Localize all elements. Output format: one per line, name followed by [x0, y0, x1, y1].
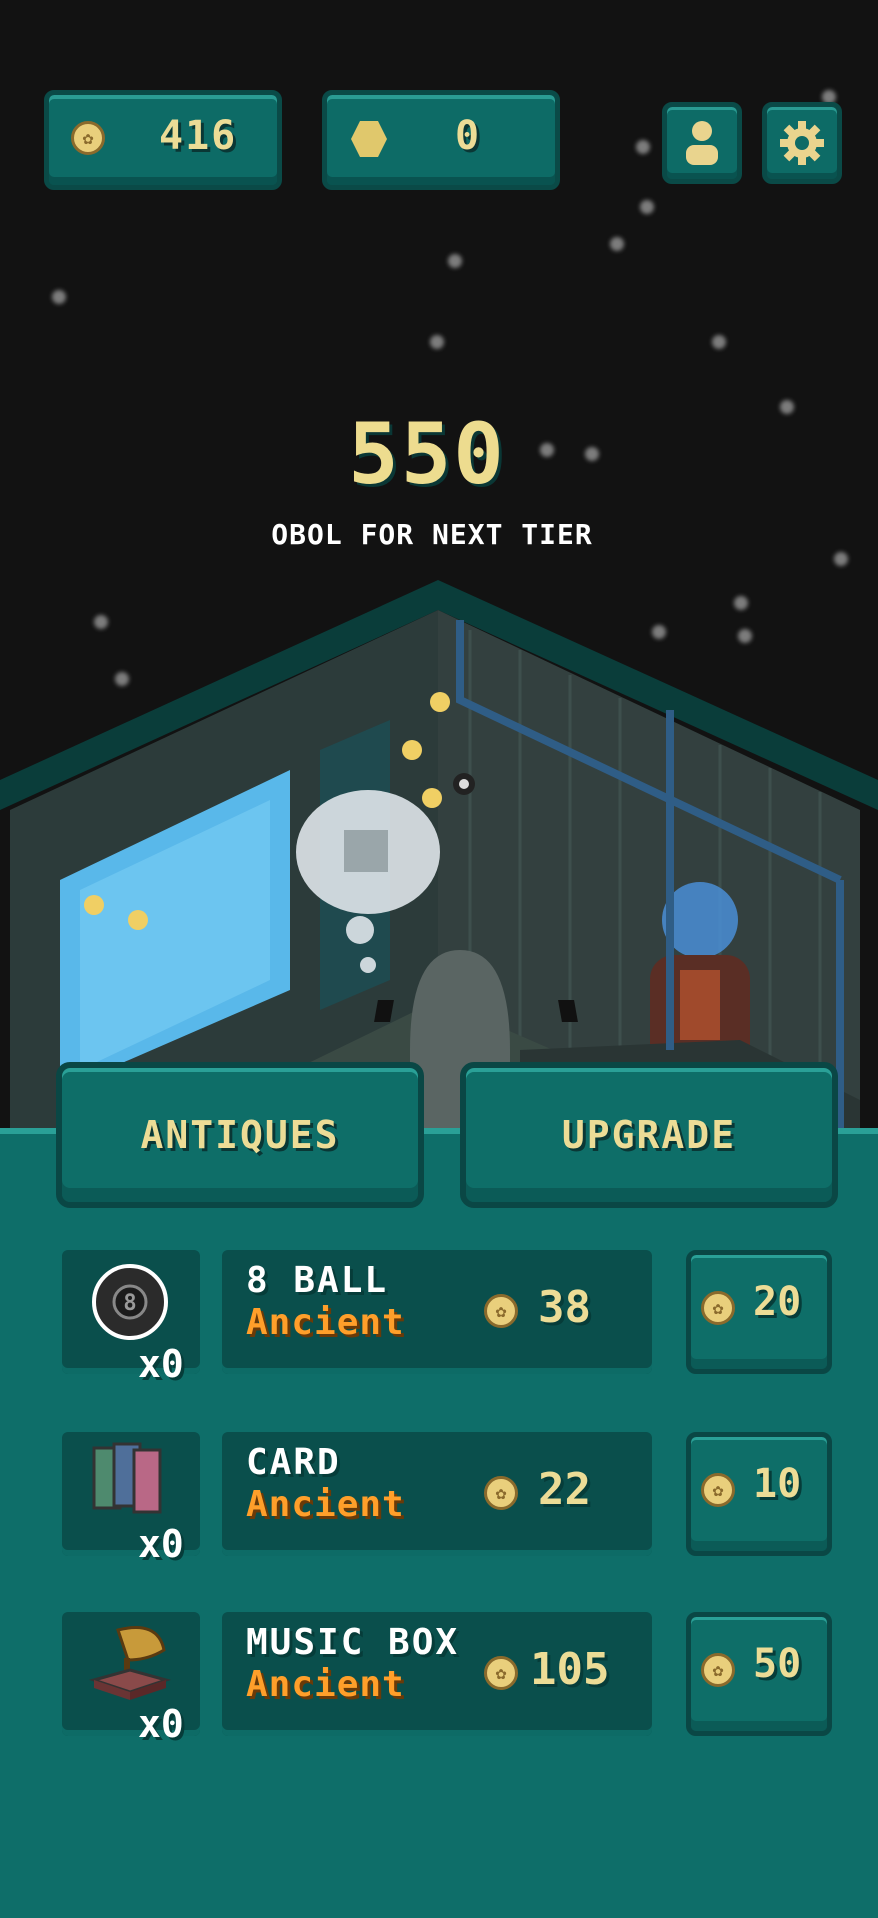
buy-price: 20 — [753, 1279, 802, 1325]
gem-coin-icon — [351, 121, 387, 157]
obol-counter: ✿ 416 — [44, 90, 282, 190]
obol-coin-icon: ✿ — [701, 1473, 735, 1507]
person-icon — [686, 121, 718, 165]
item-value: 22 — [538, 1464, 591, 1515]
item-rarity: Ancient — [246, 1664, 405, 1705]
settings-button[interactable] — [762, 102, 842, 184]
buy-price: 50 — [753, 1641, 802, 1687]
obol-coin-icon: ✿ — [71, 121, 105, 155]
shop-scene — [0, 580, 878, 1140]
obol-coin-icon: ✿ — [484, 1656, 518, 1690]
tier-caption: OBOL FOR NEXT TIER — [271, 518, 593, 551]
tab-upgrade-label: UPGRADE — [561, 1113, 737, 1157]
buy-button[interactable]: ✿ 10 — [686, 1432, 832, 1556]
item-rarity: Ancient — [246, 1484, 405, 1525]
item-name: 8 BALL — [246, 1260, 389, 1301]
gem-count: 0 — [455, 113, 482, 159]
svg-text:8: 8 — [123, 1291, 136, 1316]
item-info-slot: CARD Ancient ✿ 22 — [222, 1432, 652, 1556]
item-value: 105 — [530, 1644, 610, 1695]
obol-coin-icon: ✿ — [701, 1653, 735, 1687]
obol-coin-icon: ✿ — [701, 1291, 735, 1325]
buy-button[interactable]: ✿ 20 — [686, 1250, 832, 1374]
item-name: CARD — [246, 1442, 341, 1483]
buy-price: 10 — [753, 1461, 802, 1507]
item-quantity: x0 — [138, 1702, 184, 1746]
item-name: MUSIC BOX — [246, 1622, 460, 1663]
cards-icon — [92, 1442, 162, 1514]
obol-coin-icon: ✿ — [484, 1476, 518, 1510]
profile-button[interactable] — [662, 102, 742, 184]
item-info-slot: MUSIC BOX Ancient ✿ 105 — [222, 1612, 652, 1736]
obol-coin-icon: ✿ — [484, 1294, 518, 1328]
obol-count: 416 — [159, 113, 238, 159]
gramophone-icon — [88, 1626, 172, 1700]
tab-upgrade[interactable]: UPGRADE — [460, 1062, 838, 1208]
buy-button[interactable]: ✿ 50 — [686, 1612, 832, 1736]
item-rarity: Ancient — [246, 1302, 405, 1343]
gear-icon — [780, 121, 824, 165]
tab-antiques-label: ANTIQUES — [140, 1113, 340, 1157]
gem-counter: 0 — [322, 90, 560, 190]
eight-ball-icon: 8 — [92, 1264, 168, 1340]
item-info-slot: 8 BALL Ancient ✿ 38 — [222, 1250, 652, 1374]
item-value: 38 — [538, 1282, 591, 1333]
item-quantity: x0 — [138, 1342, 184, 1386]
tab-antiques[interactable]: ANTIQUES — [56, 1062, 424, 1208]
item-quantity: x0 — [138, 1522, 184, 1566]
tier-value: 550 — [348, 405, 506, 503]
